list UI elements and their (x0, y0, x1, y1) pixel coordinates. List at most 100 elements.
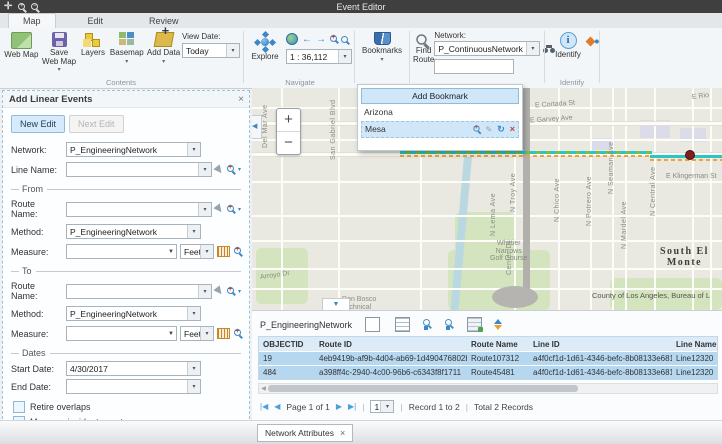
full-extent-icon[interactable] (286, 33, 298, 45)
bookmark-item-arizona[interactable]: Arizona (361, 106, 519, 119)
identify-group-label: Identify (548, 78, 596, 87)
selection-options-icon[interactable] (467, 317, 482, 332)
previous-page-icon[interactable]: ◀ (274, 402, 280, 411)
to-select-route-on-map-icon[interactable] (213, 285, 224, 296)
find-route-button[interactable]: Find Route (413, 28, 434, 74)
add-data-button[interactable]: Add Data ▾ (145, 28, 182, 72)
zoom-to-selection-icon[interactable] (423, 318, 436, 331)
from-measure-zoom-icon[interactable] (234, 247, 241, 254)
save-web-map-button[interactable]: Save Web Map ▾ (41, 28, 78, 72)
display-date-icon[interactable] (395, 317, 410, 332)
first-page-icon[interactable]: |◀ (260, 402, 268, 411)
checkbox-retire-overlaps-label: Retire overlaps (30, 402, 91, 412)
zoom-in-tool-icon[interactable] (330, 35, 337, 42)
previous-extent-icon[interactable]: ← (302, 34, 312, 45)
last-page-icon[interactable]: ▶| (348, 402, 356, 411)
column-header-route-id[interactable]: Route ID (315, 340, 467, 349)
table-row[interactable]: 484 a398ff4c-2940-4c00-96b6-c6343f8f1711… (259, 365, 717, 379)
tab-close-icon[interactable]: × (340, 428, 345, 438)
bookmark-zoom-icon[interactable] (474, 125, 480, 131)
line-name-select[interactable]: ▾ (66, 162, 212, 177)
map-collapse-left-icon[interactable]: ◀ (252, 115, 262, 139)
tab-network-attributes[interactable]: Network Attributes × (257, 424, 353, 442)
cell-route-name: Route107312 (467, 354, 529, 363)
column-header-line-id[interactable]: Line ID (529, 340, 672, 349)
from-route-zoom-icon[interactable] (227, 205, 234, 212)
view-date-select[interactable]: Today ▾ (182, 43, 240, 58)
scale-caret-icon: ▾ (338, 50, 351, 63)
panel-close-icon[interactable]: × (233, 94, 249, 105)
from-measure-ruler-icon[interactable] (217, 246, 230, 257)
from-method-select[interactable]: P_EngineeringNetwork ▾ (66, 224, 201, 239)
basemap-caret-icon: ▾ (125, 60, 128, 64)
explore-button[interactable]: Explore (248, 33, 282, 64)
to-route-zoom-caret-icon[interactable]: ▾ (238, 288, 241, 295)
web-map-icon (11, 32, 32, 49)
route-input[interactable] (434, 59, 514, 74)
bookmark-refresh-icon[interactable]: ↻ (497, 123, 505, 136)
map-scale-select[interactable]: 1 : 36,112 ▾ (286, 49, 352, 64)
zoom-out-tool-icon[interactable] (341, 36, 348, 43)
checkbox-retire-overlaps[interactable] (13, 401, 25, 413)
next-extent-icon[interactable]: → (316, 34, 326, 45)
attribute-grid-panel: P_EngineeringNetwork OBJECTID Route ID R… (252, 310, 722, 421)
to-measure-unit-select[interactable]: Feet ▾ (180, 326, 214, 341)
column-header-line-name[interactable]: Line Name (672, 340, 717, 349)
to-method-select[interactable]: P_EngineeringNetwork ▾ (66, 306, 201, 321)
highway (523, 88, 530, 300)
pan-to-selection-icon[interactable] (445, 318, 458, 331)
from-route-zoom-caret-icon[interactable]: ▾ (238, 206, 241, 213)
horizontal-scrollbar[interactable]: ◀ (258, 383, 718, 394)
web-map-button[interactable]: Web Map (2, 28, 41, 72)
bookmark-item-mesa[interactable]: Mesa ✎ ↻ × (361, 121, 519, 138)
to-measure-zoom-icon[interactable] (234, 329, 241, 336)
start-date-field[interactable]: 4/30/2017 ▾ (66, 361, 201, 376)
table-header-row: OBJECTID Route ID Route Name Line ID Lin… (259, 337, 717, 351)
cell-line-id: a4f0cf1d-1d61-4346-befc-8b08133e681e (529, 354, 672, 363)
next-page-icon[interactable]: ▶ (336, 402, 342, 411)
to-route-name-select[interactable]: ▾ (66, 284, 212, 299)
column-header-objectid[interactable]: OBJECTID (259, 340, 315, 349)
bookmark-delete-icon[interactable]: × (510, 123, 515, 136)
map-zoom-in-button[interactable]: + (277, 109, 300, 132)
from-select-route-on-map-icon[interactable] (213, 203, 224, 214)
app-title: Event Editor (0, 2, 722, 12)
to-measure-ruler-icon[interactable] (217, 328, 230, 339)
to-measure-input[interactable]: ▼ (66, 326, 177, 341)
layers-button[interactable]: Layers (77, 28, 108, 72)
line-zoom-icon[interactable] (227, 165, 234, 172)
new-edit-button[interactable]: New Edit (11, 115, 65, 133)
bookmarks-button[interactable]: Bookmarks ▾ (358, 28, 406, 62)
sort-icon[interactable] (491, 319, 504, 330)
network-field-select[interactable]: P_EngineeringNetwork ▾ (66, 142, 201, 157)
map-collapse-bottom-icon[interactable]: ▼ (322, 298, 350, 310)
from-measure-input[interactable]: ▼ (66, 244, 177, 259)
show-selected-records-icon[interactable] (365, 317, 380, 332)
end-date-field[interactable]: ▾ (66, 379, 201, 394)
network-select[interactable]: P_ContinuousNetwork ▾ (434, 41, 540, 56)
total-records-label: Total 2 Records (474, 402, 533, 412)
page-select[interactable]: 1 ▾ (370, 400, 394, 413)
column-header-route-name[interactable]: Route Name (467, 340, 529, 349)
explore-icon (256, 33, 274, 51)
tab-map[interactable]: Map (8, 13, 56, 28)
line-zoom-caret-icon[interactable]: ▾ (238, 166, 241, 173)
tab-edit[interactable]: Edit (74, 14, 118, 28)
ribbon-toolbar: Web Map Save Web Map ▾ Layers Basema (0, 28, 722, 89)
bookmark-edit-icon[interactable]: ✎ (485, 123, 492, 136)
scrollbar-thumb[interactable] (268, 385, 578, 392)
table-row[interactable]: 19 4eb9419b-af9b-4d04-ab69-1d490476802b … (259, 351, 717, 365)
basemap-button[interactable]: Basemap ▾ (108, 28, 145, 72)
select-line-on-map-icon[interactable] (213, 164, 224, 175)
scroll-left-icon[interactable]: ◀ (259, 385, 268, 392)
from-method-label: Method: (11, 227, 63, 237)
from-measure-unit-select[interactable]: Feet ▾ (180, 244, 214, 259)
map-zoom-out-button[interactable]: − (277, 132, 300, 154)
street-label: Del Mar Ave (262, 96, 270, 148)
identify-button[interactable]: i Identify (548, 28, 588, 60)
navigate-group-label: Navigate (248, 78, 352, 87)
from-route-name-label: Route Name: (11, 199, 63, 219)
from-route-name-select[interactable]: ▾ (66, 202, 212, 217)
add-bookmark-button[interactable]: Add Bookmark (361, 88, 519, 104)
to-route-zoom-icon[interactable] (227, 287, 234, 294)
